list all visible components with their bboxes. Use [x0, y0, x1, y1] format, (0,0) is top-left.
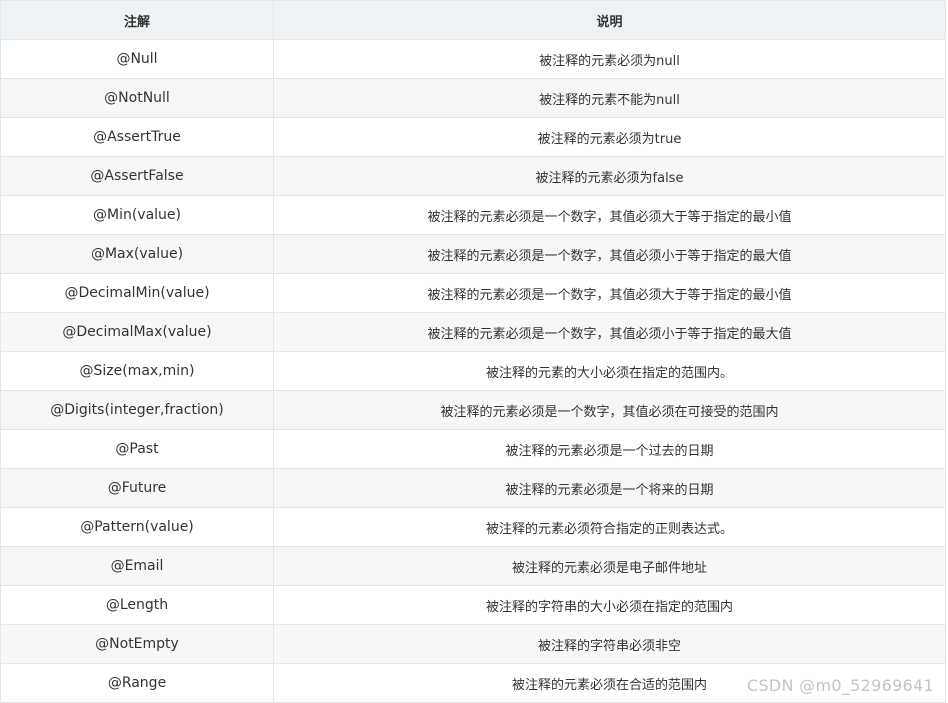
annotation-cell: @DecimalMax(value) — [0, 312, 274, 352]
table-row: @Pattern(value) 被注释的元素必须符合指定的正则表达式。 — [0, 507, 946, 547]
table-row: @Digits(integer,fraction) 被注释的元素必须是一个数字，其… — [0, 390, 946, 430]
header-row: 注解 说明 — [0, 0, 946, 40]
annotation-cell: @AssertTrue — [0, 117, 274, 157]
annotation-cell: @DecimalMin(value) — [0, 273, 274, 313]
annotations-table: 注解 说明 @Null 被注释的元素必须为null @NotNull 被注释的元素不能… — [0, 0, 946, 703]
annotation-cell: @NotEmpty — [0, 624, 274, 664]
annotation-cell: @Email — [0, 546, 274, 586]
table-header: 注解 说明 — [0, 0, 946, 40]
table-row: @DecimalMax(value) 被注释的元素必须是一个数字，其值必须小于等于… — [0, 312, 946, 352]
description-cell: 被注释的元素必须是电子邮件地址 — [273, 546, 946, 586]
table-row: @DecimalMin(value) 被注释的元素必须是一个数字，其值必须大于等于… — [0, 273, 946, 313]
table-row: @Max(value) 被注释的元素必须是一个数字，其值必须小于等于指定的最大值 — [0, 234, 946, 274]
annotation-cell: @Max(value) — [0, 234, 274, 274]
annotation-cell: @Pattern(value) — [0, 507, 274, 547]
annotation-cell: @Min(value) — [0, 195, 274, 235]
annotation-cell: @Future — [0, 468, 274, 508]
annotation-cell: @AssertFalse — [0, 156, 274, 196]
annotation-cell: @Size(max,min) — [0, 351, 274, 391]
annotation-cell: @Length — [0, 585, 274, 625]
description-cell: 被注释的元素不能为null — [273, 78, 946, 118]
description-cell: 被注释的元素必须符合指定的正则表达式。 — [273, 507, 946, 547]
table-row: @Size(max,min) 被注释的元素的大小必须在指定的范围内。 — [0, 351, 946, 391]
annotation-cell: @Range — [0, 663, 274, 703]
description-cell: 被注释的元素必须为false — [273, 156, 946, 196]
description-cell: 被注释的元素必须是一个过去的日期 — [273, 429, 946, 469]
table-row: @Length 被注释的字符串的大小必须在指定的范围内 — [0, 585, 946, 625]
description-cell: 被注释的元素必须是一个数字，其值必须小于等于指定的最大值 — [273, 312, 946, 352]
table-row: @AssertFalse 被注释的元素必须为false — [0, 156, 946, 196]
description-cell: 被注释的元素必须是一个数字，其值必须在可接受的范围内 — [273, 390, 946, 430]
description-cell: 被注释的元素的大小必须在指定的范围内。 — [273, 351, 946, 391]
description-cell: 被注释的字符串的大小必须在指定的范围内 — [273, 585, 946, 625]
description-cell: 被注释的元素必须为null — [273, 39, 946, 79]
description-cell: 被注释的元素必须为true — [273, 117, 946, 157]
table-row: @Email 被注释的元素必须是电子邮件地址 — [0, 546, 946, 586]
description-cell: 被注释的字符串必须非空 — [273, 624, 946, 664]
table-body: @Null 被注释的元素必须为null @NotNull 被注释的元素不能为null @… — [0, 39, 946, 703]
table-row: @Min(value) 被注释的元素必须是一个数字，其值必须大于等于指定的最小值 — [0, 195, 946, 235]
header-annotation: 注解 — [0, 0, 274, 40]
table-row: @Past 被注释的元素必须是一个过去的日期 — [0, 429, 946, 469]
table-row: @AssertTrue 被注释的元素必须为true — [0, 117, 946, 157]
table-row: @Null 被注释的元素必须为null — [0, 39, 946, 79]
description-cell: 被注释的元素必须是一个数字，其值必须大于等于指定的最小值 — [273, 273, 946, 313]
csdn-watermark: CSDN @m0_52969641 — [746, 676, 934, 695]
annotation-cell: @Digits(integer,fraction) — [0, 390, 274, 430]
description-cell: 被注释的元素必须是一个将来的日期 — [273, 468, 946, 508]
table-row: @NotNull 被注释的元素不能为null — [0, 78, 946, 118]
annotation-cell: @Null — [0, 39, 274, 79]
description-cell: 被注释的元素必须是一个数字，其值必须大于等于指定的最小值 — [273, 195, 946, 235]
description-cell: 被注释的元素必须是一个数字，其值必须小于等于指定的最大值 — [273, 234, 946, 274]
annotation-cell: @Past — [0, 429, 274, 469]
header-description: 说明 — [273, 0, 946, 40]
table-row: @NotEmpty 被注释的字符串必须非空 — [0, 624, 946, 664]
annotation-cell: @NotNull — [0, 78, 274, 118]
table-row: @Future 被注释的元素必须是一个将来的日期 — [0, 468, 946, 508]
